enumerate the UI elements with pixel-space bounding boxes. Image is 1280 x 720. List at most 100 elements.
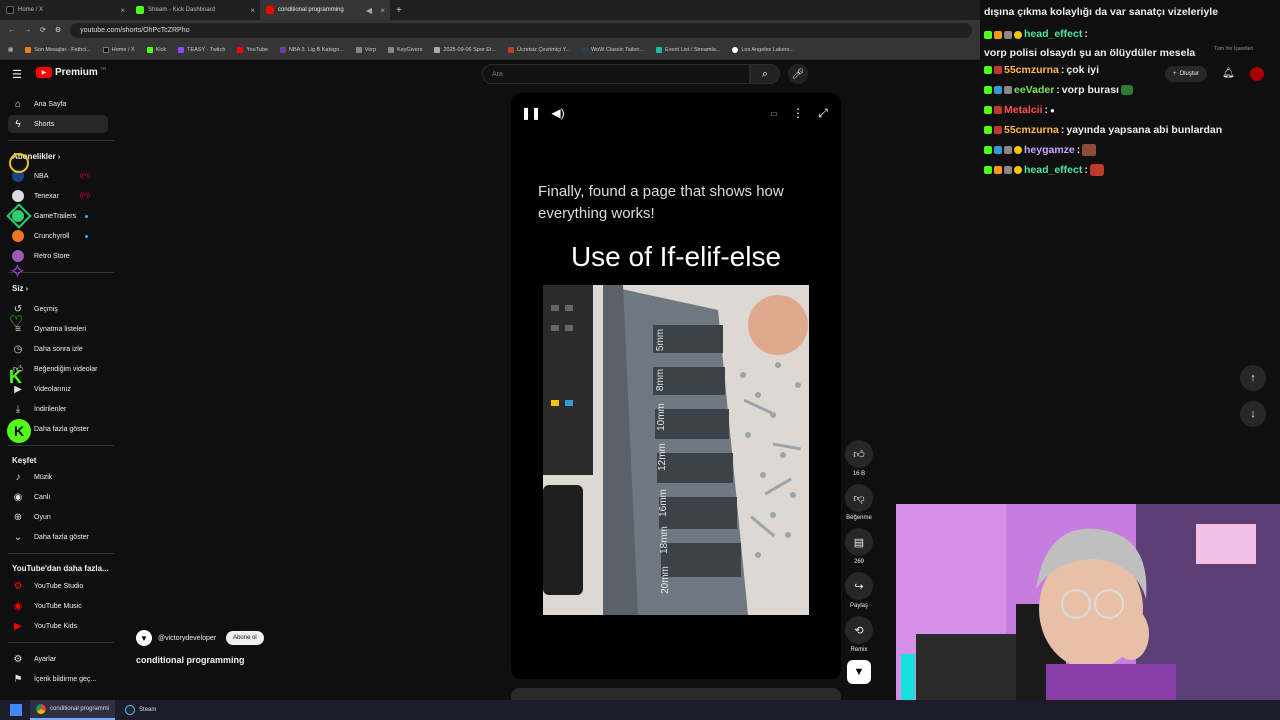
sidebar-item-home[interactable]: ⌂ Ana Sayfa xyxy=(8,95,108,113)
video-caption-text: Finally, found a page that shows how eve… xyxy=(538,183,784,222)
close-icon[interactable]: × xyxy=(380,6,385,15)
search-button[interactable]: ⌕ xyxy=(750,64,780,84)
bookmark[interactable]: YouTube xyxy=(237,46,268,53)
url-text: youtube.com/shorts/OhPcTcZRPho xyxy=(80,26,190,34)
volume-icon[interactable]: ◀) xyxy=(548,103,568,123)
sidebar-item-show-more[interactable]: ⌄ Daha fazla göster xyxy=(8,528,108,546)
badge-icon xyxy=(994,106,1002,114)
bookmark[interactable]: Vorp xyxy=(355,46,376,53)
bookmark[interactable]: NBA 3. Lig B Katego... xyxy=(280,46,344,53)
bookmark[interactable]: TEASY - Twitch xyxy=(178,46,225,53)
channel-avatar[interactable]: ▼ xyxy=(136,630,152,646)
sidebar-item-shorts[interactable]: ϟ Shorts xyxy=(8,115,108,133)
pause-icon[interactable]: ❚❚ xyxy=(521,103,541,123)
site-info-icon[interactable]: ⚙ xyxy=(55,26,61,34)
new-tab-button[interactable]: + xyxy=(396,5,402,16)
close-icon[interactable]: × xyxy=(120,6,125,15)
address-toolbar: ← → ⟳ ⚙ youtube.com/shorts/OhPcTcZRPho xyxy=(0,20,980,40)
reload-icon[interactable]: ⟳ xyxy=(40,26,46,34)
url-field[interactable]: youtube.com/shorts/OhPcTcZRPho xyxy=(70,22,972,38)
taskbar-item-label: Steam xyxy=(139,707,157,713)
windows-start-icon[interactable] xyxy=(10,704,22,716)
dislike-button[interactable]: 👎︎ Beğenme xyxy=(842,484,876,521)
channel-row: ▼ @victorydeveloper Abone ol xyxy=(136,628,376,648)
bookmark[interactable]: WoW Classic Tailori... xyxy=(582,46,644,53)
thumbs-up-icon: 👍︎ xyxy=(845,440,873,468)
tab-label: Home / X xyxy=(18,7,44,13)
sound-button[interactable]: ▼ xyxy=(842,660,876,687)
taskbar-item-steam[interactable]: Steam xyxy=(115,700,166,720)
bookmark[interactable]: KeyGivers xyxy=(388,46,422,53)
bookmark[interactable]: 2025-09-06 Spor Et... xyxy=(434,46,497,53)
video-title[interactable]: conditional programming xyxy=(136,655,396,665)
sidebar-item-kids[interactable]: ▶ YouTube Kids xyxy=(8,617,108,635)
close-icon[interactable]: × xyxy=(250,6,255,15)
apps-icon[interactable]: ▦ xyxy=(8,47,13,53)
sidebar-item-gaming[interactable]: ⊕ Oyun xyxy=(8,508,108,526)
sidebar-item-settings[interactable]: ⚙ Ayarlar xyxy=(8,650,108,668)
dislike-label: Beğenme xyxy=(846,515,872,521)
gear-icon: ⚙ xyxy=(13,653,23,665)
bookmark[interactable]: Kick xyxy=(146,46,166,53)
sidebar-item-music[interactable]: ♪ Müzik xyxy=(8,468,108,486)
back-icon[interactable]: ← xyxy=(8,27,15,34)
voice-search-button[interactable]: 🎤︎ xyxy=(788,64,808,84)
badge-icon xyxy=(1014,166,1022,174)
next-short-button[interactable]: ↓ xyxy=(1240,401,1266,427)
speaker-icon[interactable]: ◀ xyxy=(366,6,372,15)
sidebar-item-report-history[interactable]: ⚑ İçerik bildirme geç... xyxy=(8,670,108,688)
fullscreen-icon[interactable]: ⤢ xyxy=(813,103,833,123)
search-input[interactable]: Ara xyxy=(482,64,750,84)
overlay-kick-icon: K xyxy=(9,367,22,387)
browser-tab[interactable]: Stream - Kick Dashboard × xyxy=(130,0,260,20)
kick-badge-icon xyxy=(984,126,992,134)
remix-button[interactable]: ⟲ Remix xyxy=(842,616,876,653)
bookmark[interactable]: Event List / Streamla... xyxy=(656,46,720,53)
captions-icon[interactable]: ▭ xyxy=(764,103,784,123)
download-icon: ⤓ xyxy=(15,403,21,415)
sidebar-item-studio[interactable]: ⚙ YouTube Studio xyxy=(8,577,108,595)
sidebar-item-label: Ayarlar xyxy=(34,655,57,663)
channel-name[interactable]: @victorydeveloper xyxy=(158,635,216,642)
share-button[interactable]: ↪ Paylaş xyxy=(842,572,876,609)
photo-label: 20mm xyxy=(660,566,671,594)
shorts-player[interactable]: ❚❚ ◀) ▭ ⋮ ⤢ Finally, found a page that s… xyxy=(511,93,841,679)
forward-icon[interactable]: → xyxy=(24,27,31,34)
sidebar-item-tenexar[interactable]: Tenexar ((•)) xyxy=(8,187,108,205)
bookmark[interactable]: Son Mesajlar - Fatbci... xyxy=(25,46,91,53)
video-frame: 5mm 8mm 10mm 12mm 16mm 18mm 20mm xyxy=(543,285,809,615)
sidebar-item-label: Oynatma listeleri xyxy=(34,325,87,333)
bookmark-label: 2025-09-06 Spor Et... xyxy=(443,46,497,53)
taskbar-item-browser[interactable]: conditional programmi xyxy=(30,700,116,720)
comments-button[interactable]: ▤ 269 xyxy=(842,528,876,565)
sidebar-item-label: Videolarınız xyxy=(34,385,71,393)
more-options-icon[interactable]: ⋮ xyxy=(788,103,808,123)
browser-tab[interactable]: Home / X × xyxy=(0,0,130,20)
subscribe-button[interactable]: Abone ol xyxy=(226,631,264,645)
emote-icon xyxy=(1089,164,1104,176)
bookmark[interactable]: Home / X xyxy=(102,46,135,53)
next-short-preview[interactable] xyxy=(511,688,841,700)
bookmark[interactable]: Los Angeles Lakers... xyxy=(732,46,794,53)
youtube-icon xyxy=(266,6,274,14)
sidebar-item-downloads[interactable]: ⤓ İndirilenler xyxy=(8,400,108,418)
sidebar-item-label: Tenexar xyxy=(34,192,59,200)
chat-line: heygamze: xyxy=(984,144,1097,156)
chevron-down-icon: ⌄ xyxy=(13,531,23,543)
youtube-studio-icon: ⚙ xyxy=(13,580,23,592)
browser-tab-active[interactable]: conditional programming ◀ × xyxy=(260,0,390,20)
kick-logo-icon: K xyxy=(7,419,31,443)
sidebar-item-live[interactable]: ◉ Canlı xyxy=(8,488,108,506)
bookmark[interactable]: Ücretsiz Çevrimiçi Y... xyxy=(508,46,570,53)
bookmark-icon xyxy=(102,46,109,53)
kick-icon xyxy=(136,6,144,14)
like-button[interactable]: 👍︎ 16 B xyxy=(842,440,876,477)
you-header[interactable]: Siz › xyxy=(12,284,28,293)
previous-short-button[interactable]: ↑ xyxy=(1240,365,1266,391)
sidebar-item-crunchyroll[interactable]: Crunchyroll xyxy=(8,227,108,245)
badge-icon xyxy=(1004,30,1012,39)
sidebar-item-music-app[interactable]: ◉ YouTube Music xyxy=(8,597,108,615)
divider xyxy=(8,553,114,554)
streamer-webcam-image xyxy=(896,504,1280,720)
sidebar-item-watch-later[interactable]: ◷ Daha sonra izle xyxy=(8,340,108,358)
